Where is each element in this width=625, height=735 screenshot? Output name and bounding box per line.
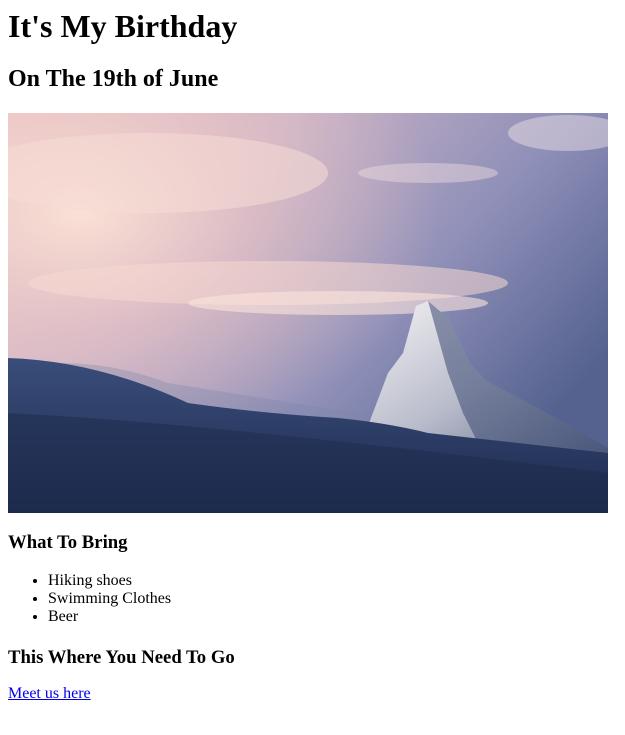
mountain-photo <box>8 113 608 513</box>
meet-us-link[interactable]: Meet us here <box>8 685 91 702</box>
bring-list: Hiking shoes Swimming Clothes Beer <box>8 572 617 626</box>
page-subtitle: On The 19th of June <box>8 66 219 92</box>
page: It's My Birthday On The 19th of June Wha… <box>0 8 625 703</box>
list-item: Swimming Clothes <box>48 590 617 608</box>
page-title: It's My Birthday <box>8 8 238 44</box>
location-heading: This Where You Need To Go <box>8 647 235 668</box>
mountain-photo-icon <box>8 113 608 513</box>
list-item: Hiking shoes <box>48 572 617 590</box>
list-item: Beer <box>48 608 617 626</box>
location-paragraph: Meet us here <box>8 685 617 703</box>
what-to-bring-heading: What To Bring <box>8 532 128 553</box>
